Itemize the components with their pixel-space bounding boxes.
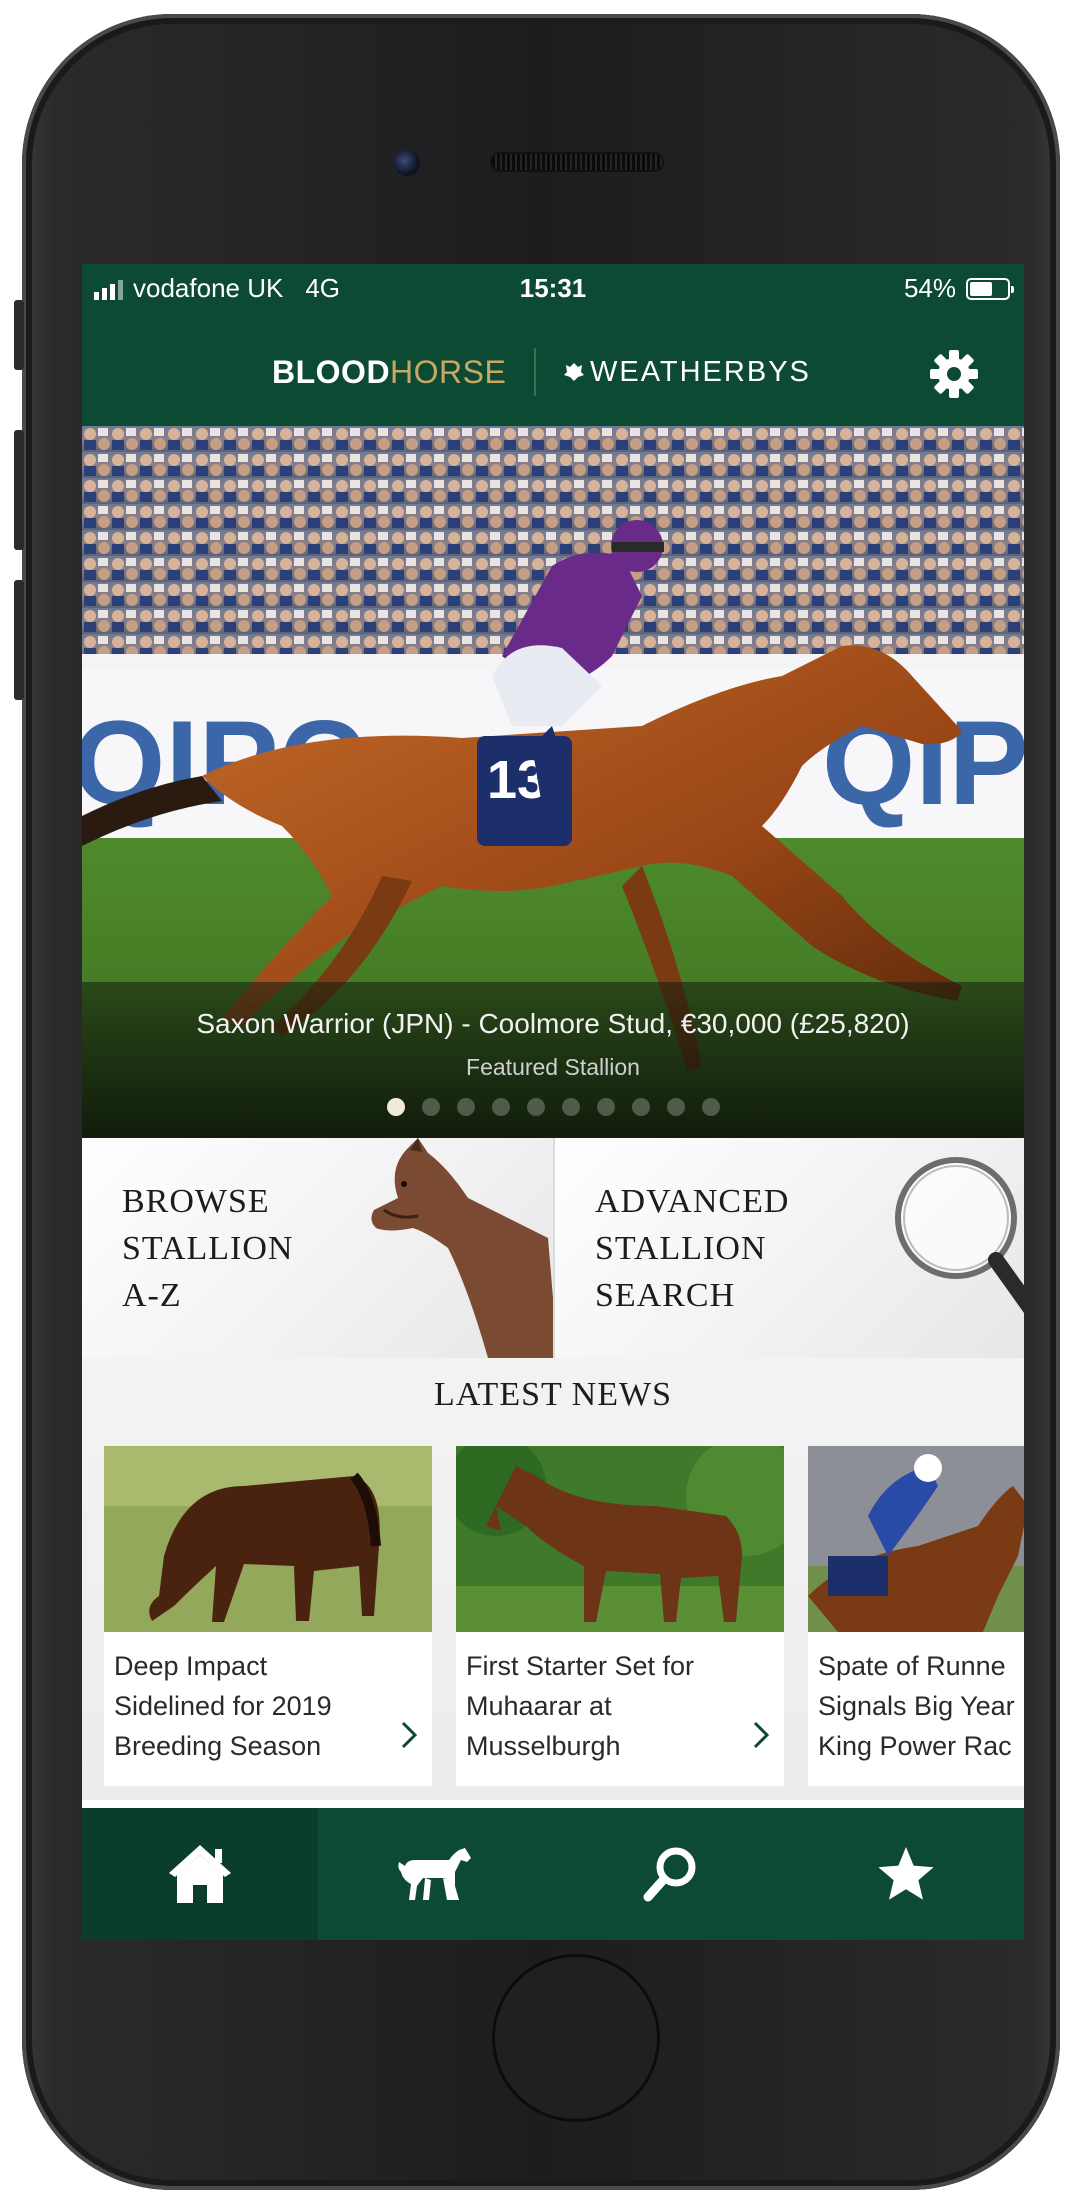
tab-home[interactable] xyxy=(82,1808,318,1940)
carousel-pagination[interactable] xyxy=(82,1098,1024,1116)
tab-stallions[interactable] xyxy=(318,1808,554,1940)
earpiece-speaker xyxy=(492,154,662,170)
home-icon xyxy=(168,1845,231,1903)
news-headline: First Starter Set for Muhaarar at Mussel… xyxy=(466,1651,695,1761)
tab-favourites[interactable] xyxy=(789,1808,1025,1940)
advanced-search-tile[interactable]: ADVANCED STALLION SEARCH xyxy=(553,1138,1024,1358)
status-time: 15:31 xyxy=(519,273,587,303)
status-bar: vodafone UK 4G 15:31 54% xyxy=(82,264,1024,314)
search-icon xyxy=(643,1847,696,1902)
featured-stallion-carousel[interactable]: QIPC QIPC 13 Saxon Warrior (JPN) - Coolm… xyxy=(82,426,1024,1138)
carousel-dot[interactable] xyxy=(701,1098,720,1116)
weatherbys-logo: WEATHERBYS xyxy=(562,356,811,389)
advanced-search-label: ADVANCED STALLION SEARCH xyxy=(595,1183,790,1314)
front-camera xyxy=(394,150,420,176)
carousel-dot[interactable] xyxy=(561,1098,580,1116)
browse-stallion-label: BROWSE STALLION A-Z xyxy=(122,1183,294,1314)
news-image xyxy=(104,1446,432,1632)
chevron-right-icon xyxy=(753,1721,770,1749)
magnifier-illustration xyxy=(895,1157,1024,1313)
settings-icon xyxy=(930,350,978,398)
app-header: BLOODHORSE WEATHERBYS xyxy=(82,314,1024,426)
carousel-dot[interactable] xyxy=(421,1098,440,1116)
action-tiles: BROWSE STALLION A-Z ADVANCED STALLION SE… xyxy=(82,1138,1024,1358)
carousel-dot[interactable] xyxy=(491,1098,510,1116)
news-card[interactable]: First Starter Set for Muhaarar at Mussel… xyxy=(456,1446,784,1786)
news-headline: Spate of Runne Signals Big Year King Pow… xyxy=(818,1651,1015,1761)
volume-up-button[interactable] xyxy=(14,430,24,550)
bottom-tab-bar xyxy=(82,1808,1024,1940)
news-carousel[interactable]: Deep Impact Sidelined for 2019 Breeding … xyxy=(104,1446,1024,1786)
battery-percent: 54% xyxy=(903,273,956,303)
news-card[interactable]: Spate of Runne Signals Big Year King Pow… xyxy=(808,1446,1024,1786)
browse-stallion-tile[interactable]: BROWSE STALLION A-Z xyxy=(82,1138,553,1358)
weatherbys-crest-icon xyxy=(564,363,584,381)
carousel-dot[interactable] xyxy=(456,1098,475,1116)
carousel-dot[interactable] xyxy=(666,1098,685,1116)
news-card[interactable]: Deep Impact Sidelined for 2019 Breeding … xyxy=(104,1446,432,1786)
battery-icon xyxy=(966,277,1014,300)
carousel-dot[interactable] xyxy=(526,1098,545,1116)
carousel-dot[interactable] xyxy=(631,1098,650,1116)
latest-news-title: LATEST NEWS xyxy=(434,1376,672,1413)
news-image xyxy=(456,1446,784,1632)
featured-caption: Saxon Warrior (JPN) - Coolmore Stud, €30… xyxy=(196,1008,910,1039)
app-screen: vodafone UK 4G 15:31 54% BLOODHORSE WEAT… xyxy=(82,264,1024,1940)
home-button[interactable] xyxy=(492,1954,660,2122)
star-icon xyxy=(878,1847,934,1900)
horse-illustration xyxy=(371,1138,553,1358)
carousel-dot[interactable] xyxy=(596,1098,615,1116)
volume-down-button[interactable] xyxy=(14,580,24,700)
tab-search[interactable] xyxy=(553,1808,789,1940)
bloodhorse-logo: BLOODHORSE xyxy=(272,354,507,390)
chevron-right-icon xyxy=(401,1721,418,1749)
news-image xyxy=(808,1446,1024,1632)
latest-news-section: LATEST NEWS Deep Impact Sidelined for 20… xyxy=(82,1358,1024,1800)
logo-divider xyxy=(534,348,536,396)
horse-icon xyxy=(398,1848,472,1900)
news-headline: Deep Impact Sidelined for 2019 Breeding … xyxy=(114,1651,332,1761)
settings-button[interactable] xyxy=(926,346,982,402)
featured-subtitle: Featured Stallion xyxy=(466,1054,640,1080)
carousel-dot[interactable] xyxy=(386,1098,405,1116)
mute-switch[interactable] xyxy=(14,300,24,370)
